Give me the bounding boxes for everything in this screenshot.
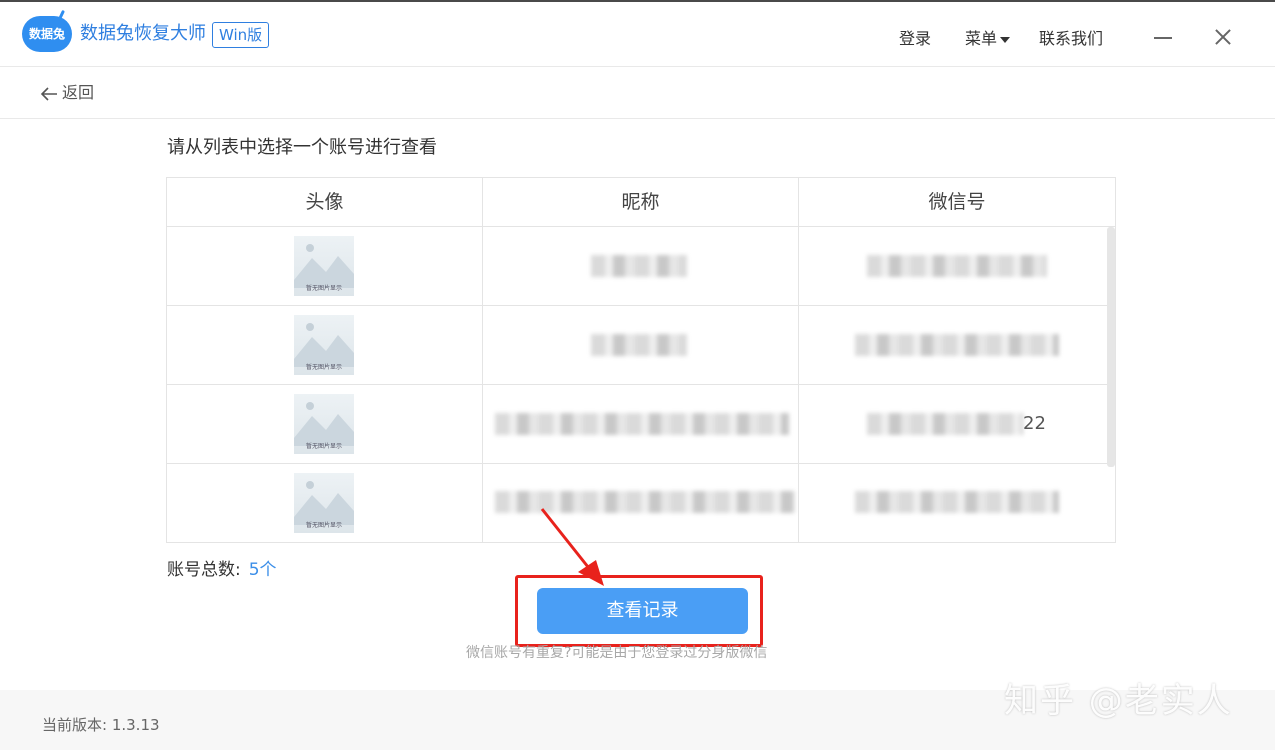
blurred-wechat-id — [855, 491, 1059, 513]
column-header-avatar: 头像 — [167, 178, 483, 227]
wechat-id-cell — [799, 306, 1107, 385]
duplicate-account-hint: 微信账号有重复?可能是由于您登录过分身版微信 — [466, 645, 768, 661]
blurred-nickname — [495, 413, 789, 435]
nickname-cell — [483, 385, 799, 464]
total-label: 账号总数: — [167, 560, 241, 580]
blurred-nickname — [495, 491, 795, 513]
caret-down-icon — [1000, 36, 1011, 43]
avatar-cell: 暂无图片显示 — [167, 385, 483, 464]
app-name: 数据兔恢复大师 — [80, 23, 206, 44]
table-row[interactable]: 暂无图片显示 — [167, 227, 1107, 306]
avatar: 暂无图片显示 — [294, 394, 354, 454]
table-scrollbar[interactable] — [1107, 227, 1115, 467]
back-label: 返回 — [62, 83, 95, 102]
account-total: 账号总数: 5个 — [167, 559, 277, 581]
avatar-caption: 暂无图片显示 — [305, 364, 342, 371]
avatar-caption: 暂无图片显示 — [305, 443, 342, 450]
account-table: 头像 昵称 微信号 暂无图片显示 暂无图片显示 暂无图片显示 22 暂无图片显示 — [166, 177, 1116, 543]
nickname-cell — [483, 227, 799, 306]
table-header: 头像 昵称 微信号 — [167, 178, 1115, 227]
instruction-text: 请从列表中选择一个账号进行查看 — [167, 137, 437, 158]
total-count: 5个 — [248, 560, 277, 580]
blurred-wechat-id — [867, 413, 1023, 435]
avatar-caption: 暂无图片显示 — [305, 285, 342, 292]
app-logo: 数据兔 — [22, 16, 72, 52]
nickname-cell — [483, 464, 799, 542]
contact-us-link[interactable]: 联系我们 — [1039, 28, 1103, 50]
blurred-nickname — [591, 334, 687, 356]
version-label: 当前版本: 1.3.13 — [42, 716, 160, 734]
minimize-icon[interactable] — [1150, 24, 1176, 50]
table-row[interactable]: 暂无图片显示 22 — [167, 385, 1107, 464]
column-header-wechat-id: 微信号 — [928, 191, 986, 213]
nickname-cell — [483, 306, 799, 385]
blurred-nickname — [591, 255, 687, 277]
avatar-cell: 暂无图片显示 — [167, 464, 483, 542]
wechat-id-cell — [799, 227, 1107, 306]
avatar-caption: 暂无图片显示 — [305, 522, 342, 529]
arrow-left-icon — [40, 86, 57, 101]
avatar: 暂无图片显示 — [294, 473, 354, 533]
title-bar: 数据兔 数据兔恢复大师 Win版 登录 菜单 联系我们 — [0, 0, 1275, 67]
avatar-cell: 暂无图片显示 — [167, 306, 483, 385]
wechat-id-tail: 22 — [1023, 413, 1046, 434]
menu-dropdown[interactable]: 菜单 — [965, 28, 1011, 50]
table-row[interactable]: 暂无图片显示 — [167, 464, 1107, 542]
avatar: 暂无图片显示 — [294, 315, 354, 375]
view-records-button[interactable]: 查看记录 — [537, 588, 748, 634]
watermark: 知乎 @老实人 — [1004, 681, 1233, 721]
blurred-wechat-id — [867, 255, 1047, 277]
back-button[interactable]: 返回 — [40, 82, 94, 104]
wechat-id-cell — [799, 464, 1107, 542]
back-bar: 返回 — [0, 68, 1275, 119]
close-icon[interactable] — [1210, 24, 1236, 50]
table-row[interactable]: 暂无图片显示 — [167, 306, 1107, 385]
column-header-nickname: 昵称 — [483, 178, 799, 227]
avatar: 暂无图片显示 — [294, 236, 354, 296]
menu-label: 菜单 — [965, 29, 998, 48]
blurred-wechat-id — [855, 334, 1059, 356]
login-link[interactable]: 登录 — [899, 28, 931, 50]
edition-badge: Win版 — [212, 22, 270, 48]
avatar-cell: 暂无图片显示 — [167, 227, 483, 306]
wechat-id-cell: 22 — [799, 385, 1107, 464]
